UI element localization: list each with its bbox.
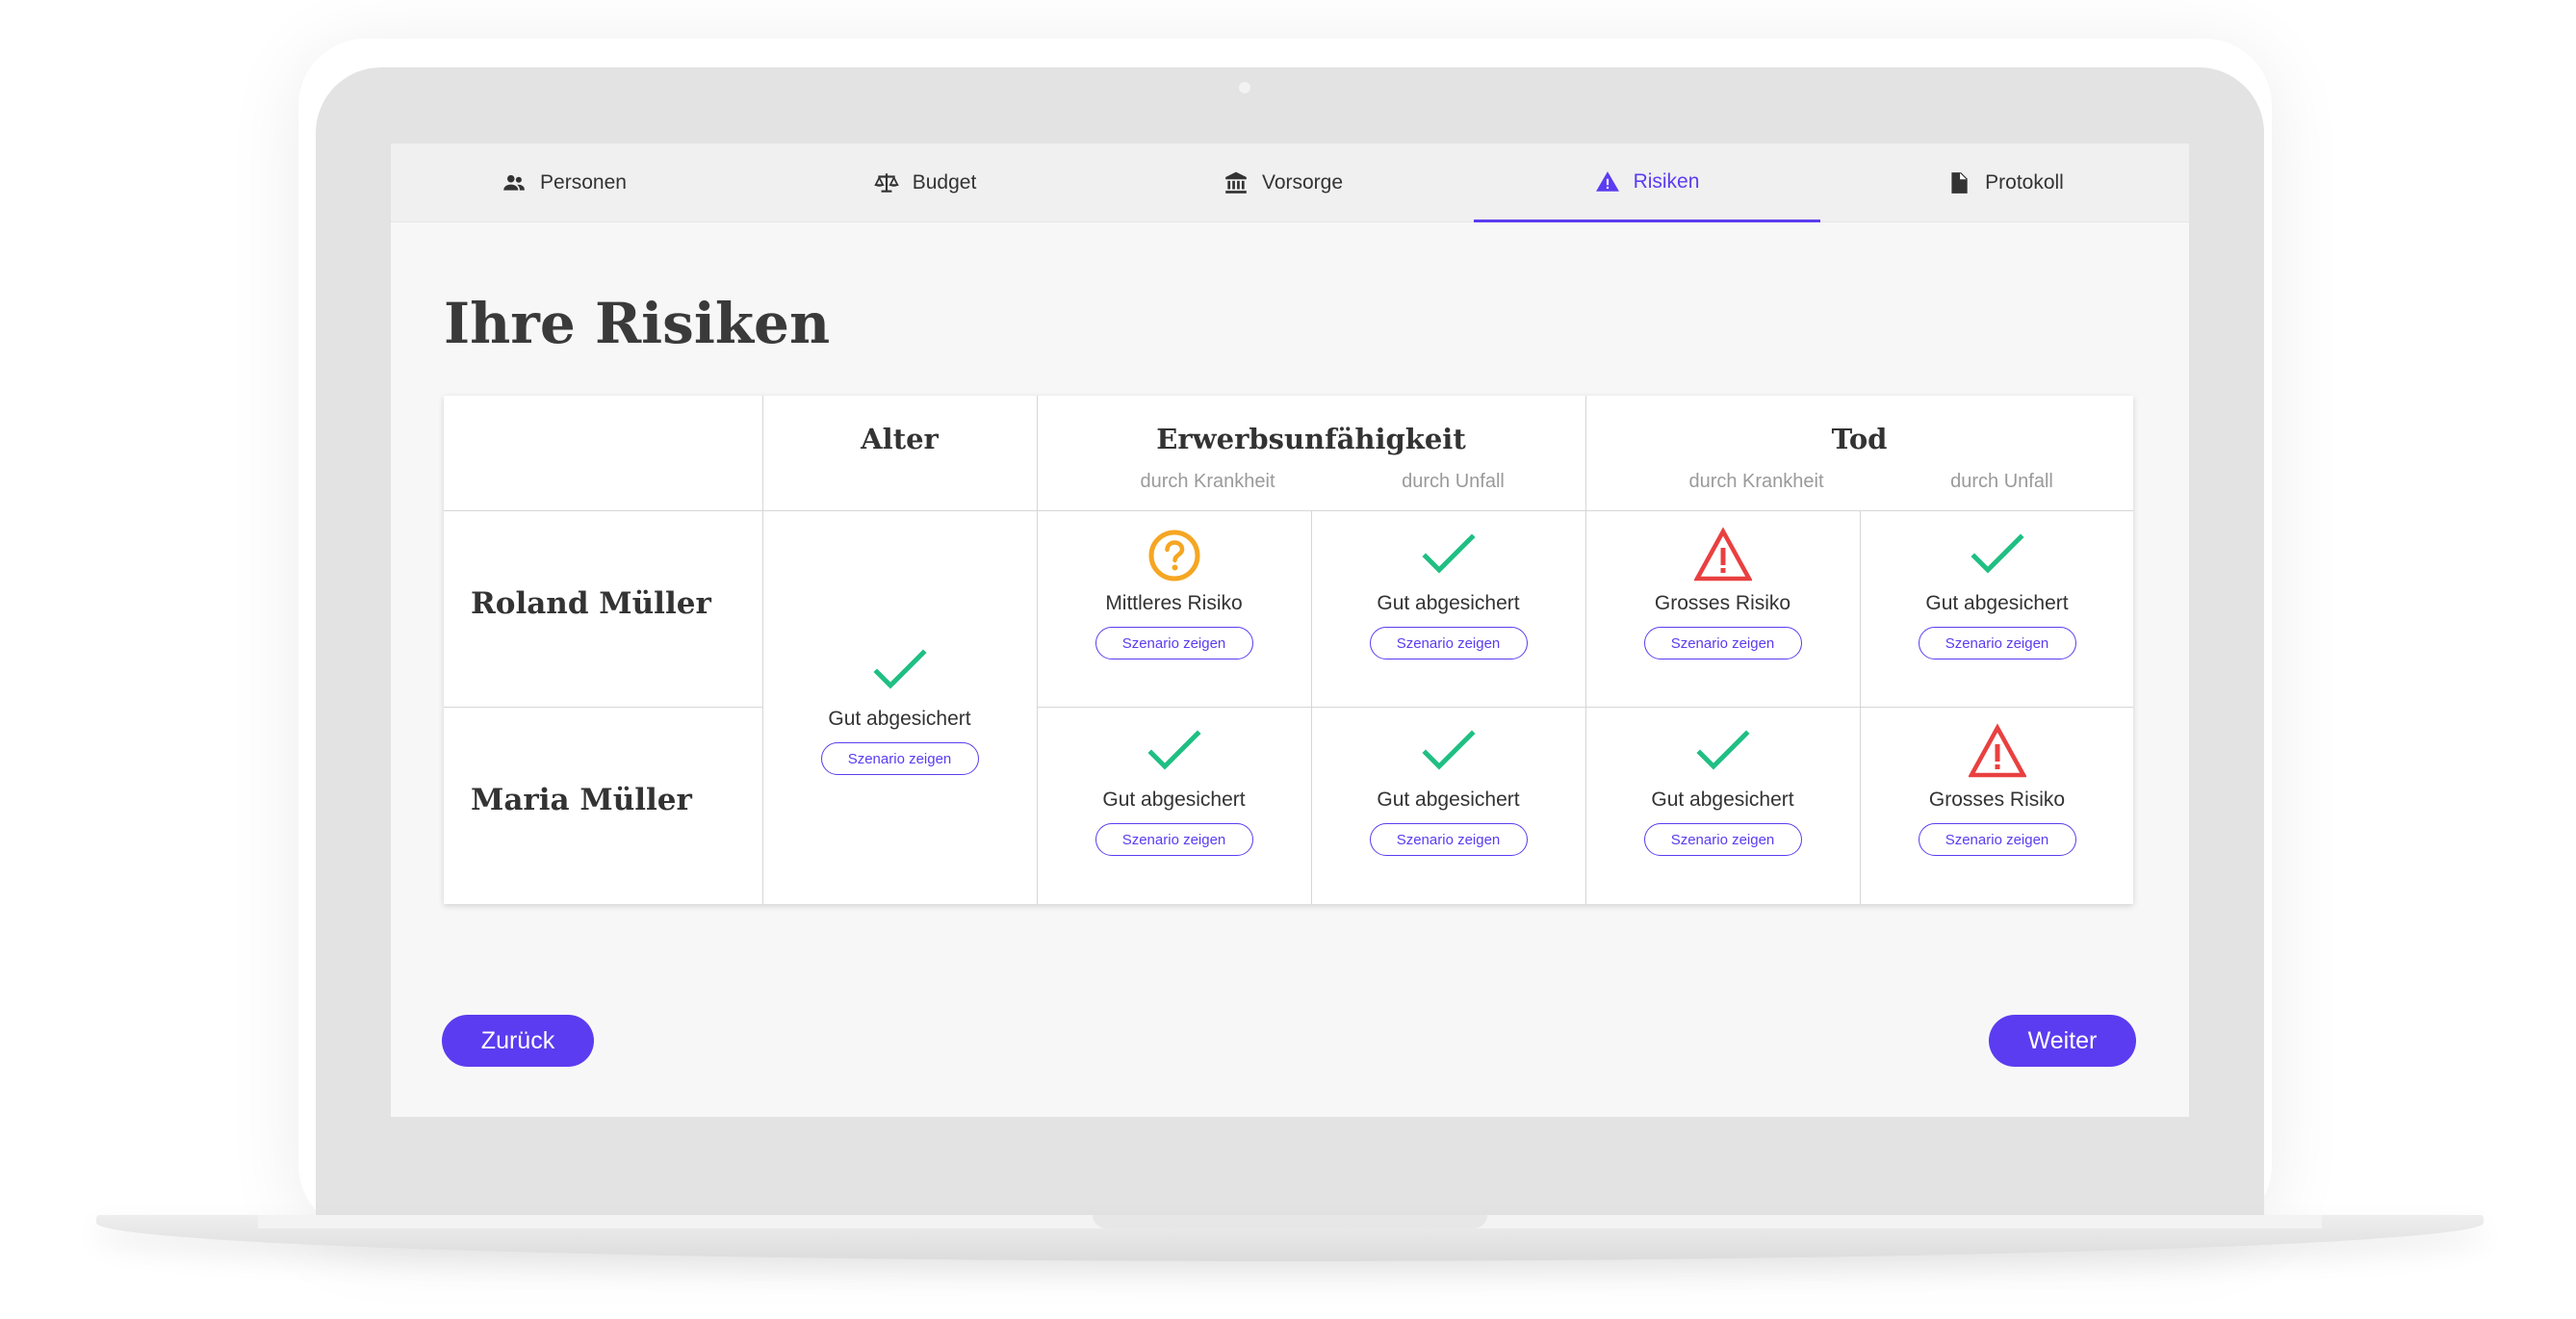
grid-line — [444, 510, 2133, 511]
warning-icon — [1595, 170, 1619, 192]
risk-cell-maria-erwerb-unfall: Gut abgesichert Szenario zeigen — [1311, 723, 1585, 856]
check-icon — [1970, 533, 2024, 574]
scenario-button[interactable]: Szenario zeigen — [1095, 823, 1253, 856]
laptop-hinge — [1093, 1215, 1487, 1228]
document-icon — [1951, 172, 1968, 194]
status-text: Gut abgesichert — [1377, 789, 1520, 811]
tab-risiken[interactable]: Risiken — [1474, 143, 1820, 222]
page-title: Ihre Risiken — [444, 291, 831, 356]
tab-personen[interactable]: Personen — [391, 143, 737, 222]
risk-matrix: Alter Erwerbsunfähigkeit Tod durch Krank… — [444, 396, 2133, 904]
tab-label: Protokoll — [1985, 171, 2064, 194]
scenario-button[interactable]: Szenario zeigen — [1918, 627, 2076, 660]
grid-line — [444, 707, 763, 708]
tab-protokoll[interactable]: Protokoll — [1832, 143, 2178, 222]
column-header-tod: Tod — [1831, 423, 1888, 455]
tab-label: Risiken — [1633, 169, 1700, 193]
status-text: Gut abgesichert — [828, 708, 971, 730]
bank-icon — [1225, 171, 1247, 194]
person-name: Maria Müller — [471, 783, 692, 817]
scenario-button[interactable]: Szenario zeigen — [1095, 627, 1253, 660]
risk-cell-alter: Gut abgesichert Szenario zeigen — [762, 642, 1037, 775]
risk-cell-maria-erwerb-krankheit: Gut abgesichert Szenario zeigen — [1037, 723, 1311, 856]
status-text: Gut abgesichert — [1925, 592, 2069, 614]
camera-dot — [1239, 82, 1250, 93]
status-text: Mittleres Risiko — [1105, 592, 1243, 614]
scenario-button[interactable]: Szenario zeigen — [1369, 823, 1528, 856]
scenario-button[interactable]: Szenario zeigen — [1643, 627, 1802, 660]
status-text: Grosses Risiko — [1654, 592, 1791, 614]
tab-label: Vorsorge — [1261, 171, 1344, 194]
risk-cell-roland-tod-krankheit: Grosses Risiko Szenario zeigen — [1585, 527, 1860, 660]
scale-icon — [873, 173, 899, 193]
risk-cell-roland-erwerb-unfall: Gut abgesichert Szenario zeigen — [1311, 527, 1585, 660]
column-header-erwerbsunfaehigkeit: Erwerbsunfähigkeit — [1156, 423, 1466, 455]
status-text: Gut abgesichert — [1377, 592, 1520, 614]
status-text: Grosses Risiko — [1928, 789, 2066, 811]
subheader-krankheit: durch Krankheit — [1688, 471, 1824, 492]
scenario-button[interactable]: Szenario zeigen — [1643, 823, 1802, 856]
subheader-unfall: durch Unfall — [1402, 471, 1505, 492]
people-icon — [503, 174, 525, 191]
subheader-unfall: durch Unfall — [1950, 471, 2053, 492]
risk-cell-roland-tod-unfall: Gut abgesichert Szenario zeigen — [1860, 527, 2134, 660]
status-text: Gut abgesichert — [1651, 789, 1794, 811]
check-icon — [1146, 730, 1201, 770]
tab-vorsorge[interactable]: Vorsorge — [1110, 143, 1456, 222]
person-name: Roland Müller — [471, 586, 711, 621]
risk-cell-roland-erwerb-krankheit: Mittleres Risiko Szenario zeigen — [1037, 527, 1311, 660]
tab-label: Personen — [540, 171, 627, 194]
risk-cell-maria-tod-unfall: Grosses Risiko Szenario zeigen — [1860, 723, 2134, 856]
check-icon — [1421, 533, 1476, 574]
tab-budget[interactable]: Budget — [752, 143, 1098, 222]
tab-label: Budget — [912, 171, 977, 194]
next-button[interactable]: Weiter — [1989, 1015, 2136, 1067]
alert-triangle-icon — [1693, 527, 1752, 582]
scenario-button[interactable]: Szenario zeigen — [1918, 823, 2076, 856]
scenario-button[interactable]: Szenario zeigen — [820, 742, 979, 775]
question-circle-icon — [1148, 530, 1199, 582]
tab-bar: Personen Budget Vorsorge Risiken Protoko… — [391, 143, 2189, 222]
check-icon — [872, 649, 927, 689]
subheader-krankheit: durch Krankheit — [1140, 471, 1275, 492]
column-header-alter: Alter — [861, 423, 939, 455]
status-text: Gut abgesichert — [1102, 789, 1246, 811]
alert-triangle-icon — [1968, 723, 2026, 778]
app-screen: Personen Budget Vorsorge Risiken Protoko… — [391, 143, 2189, 1117]
scenario-button[interactable]: Szenario zeigen — [1369, 627, 1528, 660]
risk-cell-maria-tod-krankheit: Gut abgesichert Szenario zeigen — [1585, 723, 1860, 856]
check-icon — [1695, 730, 1750, 770]
back-button[interactable]: Zurück — [442, 1015, 594, 1067]
check-icon — [1421, 730, 1476, 770]
